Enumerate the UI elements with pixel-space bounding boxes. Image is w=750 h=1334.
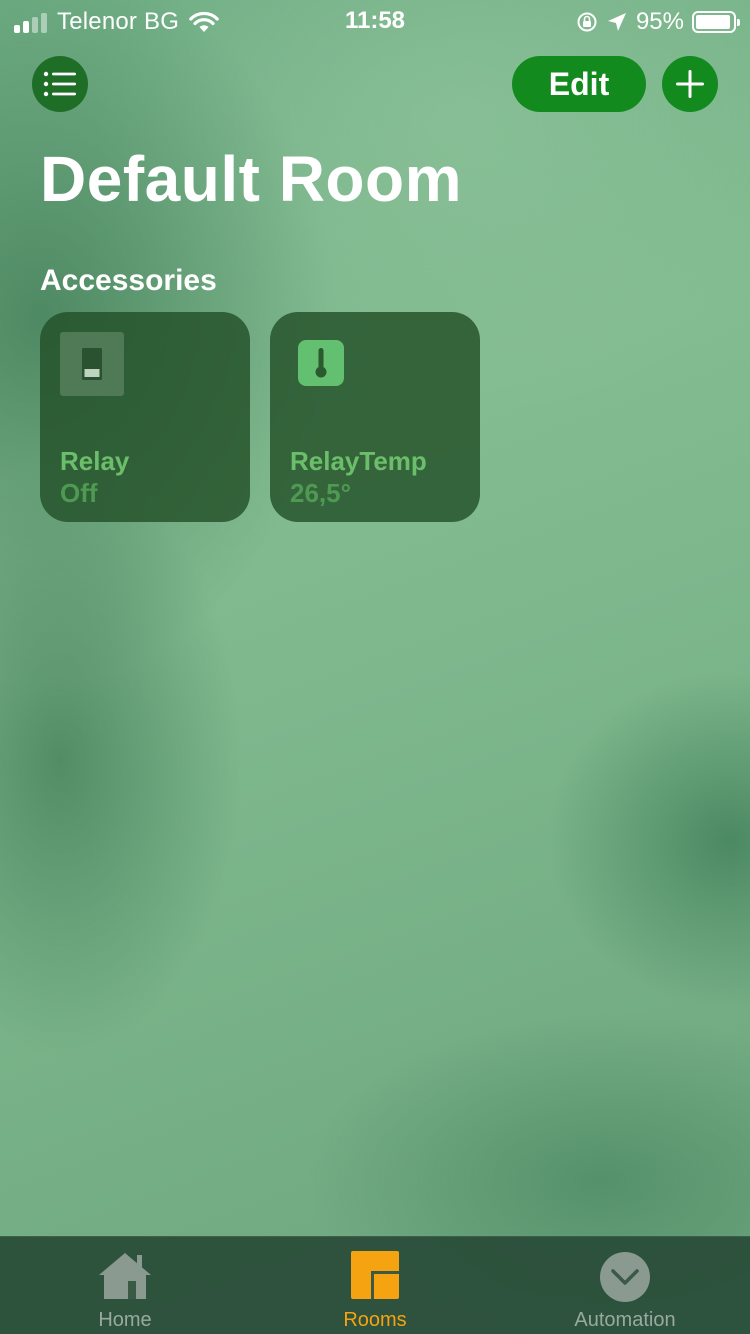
tab-label: Home: [98, 1309, 152, 1331]
tab-rooms[interactable]: Rooms: [250, 1237, 500, 1334]
add-button[interactable]: [662, 56, 718, 112]
tab-icon-wrapper: [0, 1251, 250, 1301]
orientation-lock-icon: [577, 12, 597, 32]
thermometer-icon: [298, 340, 344, 386]
tab-label: Automation: [574, 1309, 676, 1331]
tab-home[interactable]: Home: [0, 1237, 250, 1334]
tab-icon-wrapper: [500, 1251, 750, 1303]
tab-label: Rooms: [343, 1309, 407, 1331]
rooms-icon: [351, 1251, 399, 1299]
accessory-name: Relay: [60, 446, 130, 476]
tab-icon-wrapper: [250, 1251, 500, 1299]
accessory-tile-relay[interactable]: Relay Off: [40, 312, 250, 522]
edit-button[interactable]: Edit: [512, 56, 646, 112]
status-bar: Telenor BG 11:58 95%: [0, 0, 750, 40]
room-list-button[interactable]: [32, 56, 88, 112]
accessory-tile-relaytemp[interactable]: RelayTemp 26,5°: [270, 312, 480, 522]
status-left: Telenor BG: [14, 8, 219, 36]
carrier-name: Telenor BG: [57, 8, 180, 35]
tab-automation[interactable]: Automation: [500, 1237, 750, 1334]
page-title: Default Room: [40, 143, 462, 215]
location-arrow-icon: [607, 13, 626, 31]
signal-icon: [14, 11, 47, 33]
accessory-name: RelayTemp: [290, 446, 427, 476]
switch-icon: [60, 332, 124, 396]
wifi-icon: [189, 11, 219, 32]
battery-level: [696, 15, 731, 29]
battery-percent: 95%: [635, 8, 684, 35]
accessory-status: 26,5°: [290, 478, 352, 508]
list-icon: [43, 71, 76, 97]
status-right: 95%: [576, 8, 740, 36]
accessory-icon-wrapper: [298, 340, 344, 391]
accessory-icon-wrapper: [60, 332, 124, 401]
section-title: Accessories: [40, 264, 217, 297]
house-icon: [99, 1253, 151, 1299]
accessory-status: Off: [60, 478, 98, 508]
battery-icon: [692, 11, 740, 33]
clock-check-icon: [600, 1252, 650, 1302]
tab-bar: Home Rooms Automation: [0, 1236, 750, 1334]
plus-icon: [676, 70, 704, 98]
